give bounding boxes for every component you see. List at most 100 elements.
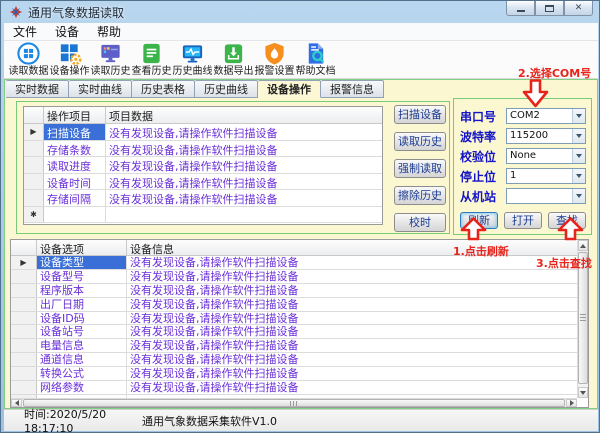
table-row[interactable]: 存储条数 没有发现设备,请操作软件扫描设备 bbox=[24, 141, 382, 158]
field-label: 从机站 bbox=[460, 188, 506, 205]
table-row[interactable]: 存储间隔 没有发现设备,请操作软件扫描设备 bbox=[24, 190, 382, 207]
device-option-cell[interactable]: 网络参数 bbox=[37, 381, 127, 394]
item-data-cell[interactable]: 没有发现设备,请操作软件扫描设备 bbox=[106, 190, 382, 206]
combo-select[interactable]: 1 bbox=[506, 168, 586, 184]
combo-select[interactable]: None bbox=[506, 148, 586, 164]
device-option-cell[interactable]: 程序版本 bbox=[37, 284, 127, 297]
operation-item-cell[interactable]: 存储条数 bbox=[44, 141, 106, 157]
tool-label: 历史曲线 bbox=[173, 66, 213, 78]
chevron-down-icon[interactable] bbox=[572, 169, 585, 183]
device-info-cell[interactable]: 没有发现设备,请操作软件扫描设备 bbox=[127, 312, 588, 325]
operation-item-cell[interactable]: 读取进度 bbox=[44, 157, 106, 173]
action-button[interactable]: 校时 bbox=[394, 213, 446, 232]
table-row[interactable]: 通道信息 没有发现设备,请操作软件扫描设备 bbox=[11, 353, 588, 367]
scroll-right-button[interactable] bbox=[566, 399, 577, 407]
action-button[interactable]: 扫描设备 bbox=[394, 105, 446, 124]
serial-button[interactable]: 打开 bbox=[504, 212, 542, 229]
table-row[interactable]: ▶ 扫描设备 没有发现设备,请操作软件扫描设备 bbox=[24, 124, 382, 141]
tab[interactable]: 实时数据 bbox=[6, 80, 69, 98]
item-data-cell[interactable]: 没有发现设备,请操作软件扫描设备 bbox=[106, 174, 382, 190]
table-row[interactable]: 程序版本 没有发现设备,请操作软件扫描设备 bbox=[11, 284, 588, 298]
device-info-cell[interactable]: 没有发现设备,请操作软件扫描设备 bbox=[127, 256, 588, 269]
vertical-scrollbar[interactable] bbox=[577, 240, 588, 398]
maximize-button[interactable] bbox=[535, 1, 564, 16]
data-export-icon bbox=[221, 41, 246, 66]
serial-button[interactable]: 刷新 bbox=[460, 212, 498, 229]
table-row[interactable]: ▶ 设备类型 没有发现设备,请操作软件扫描设备 bbox=[11, 256, 588, 270]
toolbar-alarm-settings[interactable]: 报警设置 bbox=[254, 41, 295, 79]
toolbar-history-curve[interactable]: 历史曲线 bbox=[172, 41, 213, 79]
device-option-cell[interactable]: 通道信息 bbox=[37, 353, 127, 366]
table-row[interactable]: 网络参数 没有发现设备,请操作软件扫描设备 bbox=[11, 381, 588, 395]
device-info-cell[interactable]: 没有发现设备,请操作软件扫描设备 bbox=[127, 270, 588, 283]
row-selector bbox=[11, 339, 37, 352]
combo-select[interactable]: 115200 bbox=[506, 128, 586, 144]
serial-button[interactable]: 查找 bbox=[548, 212, 586, 229]
device-option-cell[interactable]: 设备型号 bbox=[37, 270, 127, 283]
device-info-cell[interactable]: 没有发现设备,请操作软件扫描设备 bbox=[127, 381, 588, 394]
scroll-down-button[interactable] bbox=[578, 387, 588, 398]
combo-select[interactable] bbox=[506, 188, 586, 204]
thumb-grip-icon bbox=[290, 401, 298, 406]
row-selector bbox=[24, 190, 44, 206]
table-row[interactable]: 电量信息 没有发现设备,请操作软件扫描设备 bbox=[11, 339, 588, 353]
device-info-cell[interactable]: 没有发现设备,请操作软件扫描设备 bbox=[127, 325, 588, 338]
tab[interactable]: 实时曲线 bbox=[69, 80, 132, 98]
tab[interactable]: 设备操作 bbox=[258, 80, 321, 98]
operation-item-cell[interactable]: 存储间隔 bbox=[44, 190, 106, 206]
device-info-cell[interactable]: 没有发现设备,请操作软件扫描设备 bbox=[127, 367, 588, 380]
operation-item-cell[interactable]: 设备时间 bbox=[44, 174, 106, 190]
close-button[interactable]: ✕ bbox=[564, 1, 593, 16]
tab[interactable]: 报警信息 bbox=[321, 80, 384, 98]
table-row[interactable]: 出厂日期 没有发现设备,请操作软件扫描设备 bbox=[11, 298, 588, 312]
chevron-down-icon[interactable] bbox=[572, 149, 585, 163]
menu-file[interactable]: 文件 bbox=[4, 23, 46, 41]
action-button[interactable]: 读取历史 bbox=[394, 132, 446, 151]
item-data-cell[interactable]: 没有发现设备,请操作软件扫描设备 bbox=[106, 141, 382, 157]
device-option-cell[interactable]: 设备站号 bbox=[37, 325, 127, 338]
operation-item-cell[interactable]: 扫描设备 bbox=[44, 124, 106, 140]
table-row[interactable]: 设备时间 没有发现设备,请操作软件扫描设备 bbox=[24, 174, 382, 191]
item-data-cell[interactable] bbox=[106, 207, 382, 223]
table-row[interactable]: ✱ bbox=[24, 207, 382, 224]
device-option-cell[interactable]: 转换公式 bbox=[37, 367, 127, 380]
table-row[interactable]: 转换公式 没有发现设备,请操作软件扫描设备 bbox=[11, 367, 588, 381]
minimize-button[interactable] bbox=[506, 1, 535, 16]
device-info-cell[interactable]: 没有发现设备,请操作软件扫描设备 bbox=[127, 339, 588, 352]
toolbar-view-history[interactable]: 查看历史 bbox=[131, 41, 172, 79]
operation-item-cell[interactable] bbox=[44, 207, 106, 223]
chevron-down-icon[interactable] bbox=[572, 109, 585, 123]
col-item-data: 项目数据 bbox=[106, 107, 382, 123]
chevron-down-icon[interactable] bbox=[572, 129, 585, 143]
toolbar-device-operation[interactable]: 设备操作 bbox=[49, 41, 90, 79]
action-button[interactable]: 强制读取 bbox=[394, 159, 446, 178]
combo-select[interactable]: COM2 bbox=[506, 108, 586, 124]
menu-device[interactable]: 设备 bbox=[46, 23, 88, 41]
menu-help[interactable]: 帮助 bbox=[88, 23, 130, 41]
toolbar-read-data[interactable]: 读取数据 bbox=[8, 41, 49, 79]
item-data-cell[interactable]: 没有发现设备,请操作软件扫描设备 bbox=[106, 157, 382, 173]
device-option-cell[interactable]: 电量信息 bbox=[37, 339, 127, 352]
device-info-cell[interactable]: 没有发现设备,请操作软件扫描设备 bbox=[127, 284, 588, 297]
action-button[interactable]: 擦除历史 bbox=[394, 186, 446, 205]
tab[interactable]: 历史曲线 bbox=[195, 80, 258, 98]
device-option-cell[interactable]: 设备类型 bbox=[37, 256, 127, 269]
toolbar-data-export[interactable]: 数据导出 bbox=[213, 41, 254, 79]
chevron-down-icon[interactable] bbox=[572, 189, 585, 203]
device-info-cell[interactable]: 没有发现设备,请操作软件扫描设备 bbox=[127, 298, 588, 311]
vertical-scroll-thumb[interactable] bbox=[578, 252, 588, 384]
table-row[interactable]: 读取进度 没有发现设备,请操作软件扫描设备 bbox=[24, 157, 382, 174]
scroll-up-button[interactable] bbox=[578, 240, 588, 251]
table-row[interactable]: 设备型号 没有发现设备,请操作软件扫描设备 bbox=[11, 270, 588, 284]
device-option-cell[interactable]: 设备ID码 bbox=[37, 312, 127, 325]
table-row[interactable]: 设备ID码 没有发现设备,请操作软件扫描设备 bbox=[11, 312, 588, 326]
toolbar-read-history[interactable]: 读取历史 bbox=[90, 41, 131, 79]
device-option-cell[interactable]: 出厂日期 bbox=[37, 298, 127, 311]
tool-label: 报警设置 bbox=[255, 66, 295, 78]
scroll-left-button[interactable] bbox=[11, 399, 22, 407]
device-info-cell[interactable]: 没有发现设备,请操作软件扫描设备 bbox=[127, 353, 588, 366]
item-data-cell[interactable]: 没有发现设备,请操作软件扫描设备 bbox=[106, 124, 382, 140]
toolbar-help-doc[interactable]: 帮助文档 bbox=[295, 41, 336, 79]
tab[interactable]: 历史表格 bbox=[132, 80, 195, 98]
table-row[interactable]: 设备站号 没有发现设备,请操作软件扫描设备 bbox=[11, 325, 588, 339]
